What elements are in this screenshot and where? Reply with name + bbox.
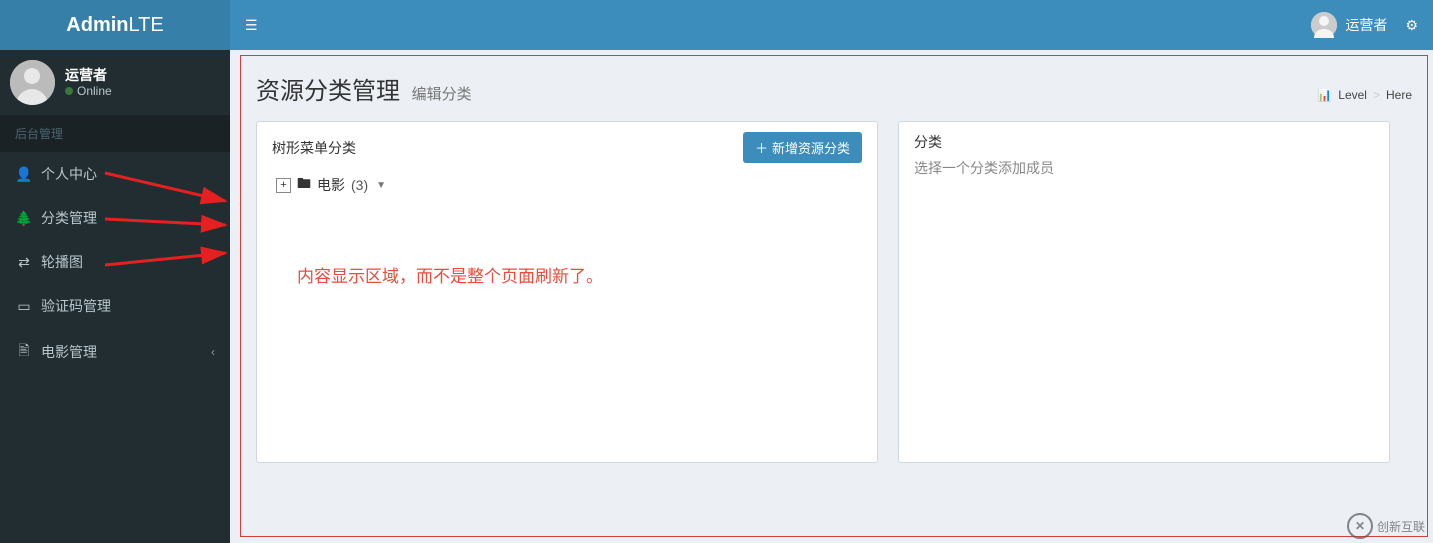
file-icon: 🖹 — [15, 340, 33, 364]
sidebar-section-header: 后台管理 — [0, 115, 230, 152]
watermark-logo-icon: ✕ — [1347, 513, 1373, 539]
caret-down-icon[interactable]: ▼ — [376, 180, 386, 191]
sidebar-item-label: 电影管理 — [41, 342, 97, 362]
panel-tree: 树形菜单分类 ＋新增资源分类 + 🖿 电影 (3) ▼ 内容显 — [256, 121, 878, 463]
sidebar-item-category[interactable]: 🌲 分类管理 — [0, 196, 230, 240]
page-title: 资源分类管理 编辑分类 — [256, 71, 472, 106]
sidebar-user-name: 运营者 — [65, 66, 112, 84]
sidebar-item-profile[interactable]: 👤 个人中心 — [0, 152, 230, 196]
sidebar-item-carousel[interactable]: ⇄ 轮播图 — [0, 240, 230, 284]
sidebar-menu: 👤 个人中心 🌲 分类管理 ⇄ 轮播图 ▭ 验证码管理 🖹 电影管理 ‹ — [0, 152, 230, 376]
sidebar-item-label: 轮播图 — [41, 252, 83, 272]
content-border: 资源分类管理 编辑分类 📊 Level > Here 树形菜单分类 — [240, 55, 1428, 537]
user-icon: 👤 — [15, 166, 33, 183]
annotation-note: 内容显示区域，而不是整个页面刷新了。 — [297, 262, 603, 287]
idcard-icon: ▭ — [15, 298, 33, 315]
sidebar-item-label: 个人中心 — [41, 164, 97, 184]
watermark: ✕ 创新互联 — [1347, 513, 1425, 539]
panel-members: 分类 选择一个分类添加成员 — [898, 121, 1390, 463]
nav-avatar[interactable] — [1311, 12, 1337, 38]
chevron-left-icon: ‹ — [211, 345, 215, 359]
content-wrapper: 资源分类管理 编辑分类 📊 Level > Here 树形菜单分类 — [230, 50, 1433, 543]
menu-toggle-icon[interactable]: ☰ — [245, 17, 258, 34]
sidebar: AdminLTE 运营者 Online 后台管理 👤 个人中心 🌲 分类管理 — [0, 0, 230, 543]
plus-icon: ＋ — [755, 138, 768, 157]
breadcrumb: 📊 Level > Here — [1317, 88, 1412, 102]
tree-root-count: (3) — [351, 177, 368, 193]
content-header: 资源分类管理 编辑分类 📊 Level > Here — [241, 56, 1427, 106]
tree-root-label: 电影 — [317, 175, 345, 195]
sidebar-user-panel: 运营者 Online — [0, 50, 230, 115]
exchange-icon: ⇄ — [15, 254, 33, 271]
panel-tree-title: 树形菜单分类 — [272, 138, 356, 158]
panel-members-title: 分类 — [914, 132, 1374, 152]
avatar[interactable] — [10, 60, 55, 105]
add-category-button[interactable]: ＋新增资源分类 — [743, 132, 862, 163]
content-body: 树形菜单分类 ＋新增资源分类 + 🖿 电影 (3) ▼ 内容显 — [241, 106, 1427, 478]
brand-light: LTE — [129, 14, 164, 36]
tree-root-row[interactable]: + 🖿 电影 (3) ▼ — [276, 173, 862, 197]
page-subtitle: 编辑分类 — [412, 86, 472, 103]
breadcrumb-sep: > — [1373, 88, 1380, 102]
tree-icon: 🌲 — [15, 210, 33, 227]
breadcrumb-level[interactable]: Level — [1338, 88, 1367, 102]
folder-icon: 🖿 — [297, 173, 311, 197]
panel-members-hint: 选择一个分类添加成员 — [914, 158, 1374, 178]
dashboard-icon: 📊 — [1317, 88, 1332, 102]
watermark-text: 创新互联 — [1377, 518, 1425, 535]
status-dot-icon — [65, 87, 73, 95]
main: ☰ 运营者 ⚙ 资源分类管理 编辑分类 📊 Level — [230, 0, 1433, 543]
expand-icon[interactable]: + — [276, 178, 291, 193]
sidebar-item-movie[interactable]: 🖹 电影管理 ‹ — [0, 328, 230, 376]
top-navbar: ☰ 运营者 ⚙ — [230, 0, 1433, 50]
brand-logo[interactable]: AdminLTE — [0, 0, 230, 50]
brand-bold: Admin — [66, 14, 128, 36]
sidebar-item-label: 分类管理 — [41, 208, 97, 228]
nav-user-name[interactable]: 运营者 — [1345, 15, 1387, 35]
sidebar-item-captcha[interactable]: ▭ 验证码管理 — [0, 284, 230, 328]
breadcrumb-here: Here — [1386, 88, 1412, 102]
gear-icon[interactable]: ⚙ — [1405, 17, 1418, 34]
sidebar-user-status: Online — [65, 84, 112, 100]
sidebar-item-label: 验证码管理 — [41, 296, 111, 316]
